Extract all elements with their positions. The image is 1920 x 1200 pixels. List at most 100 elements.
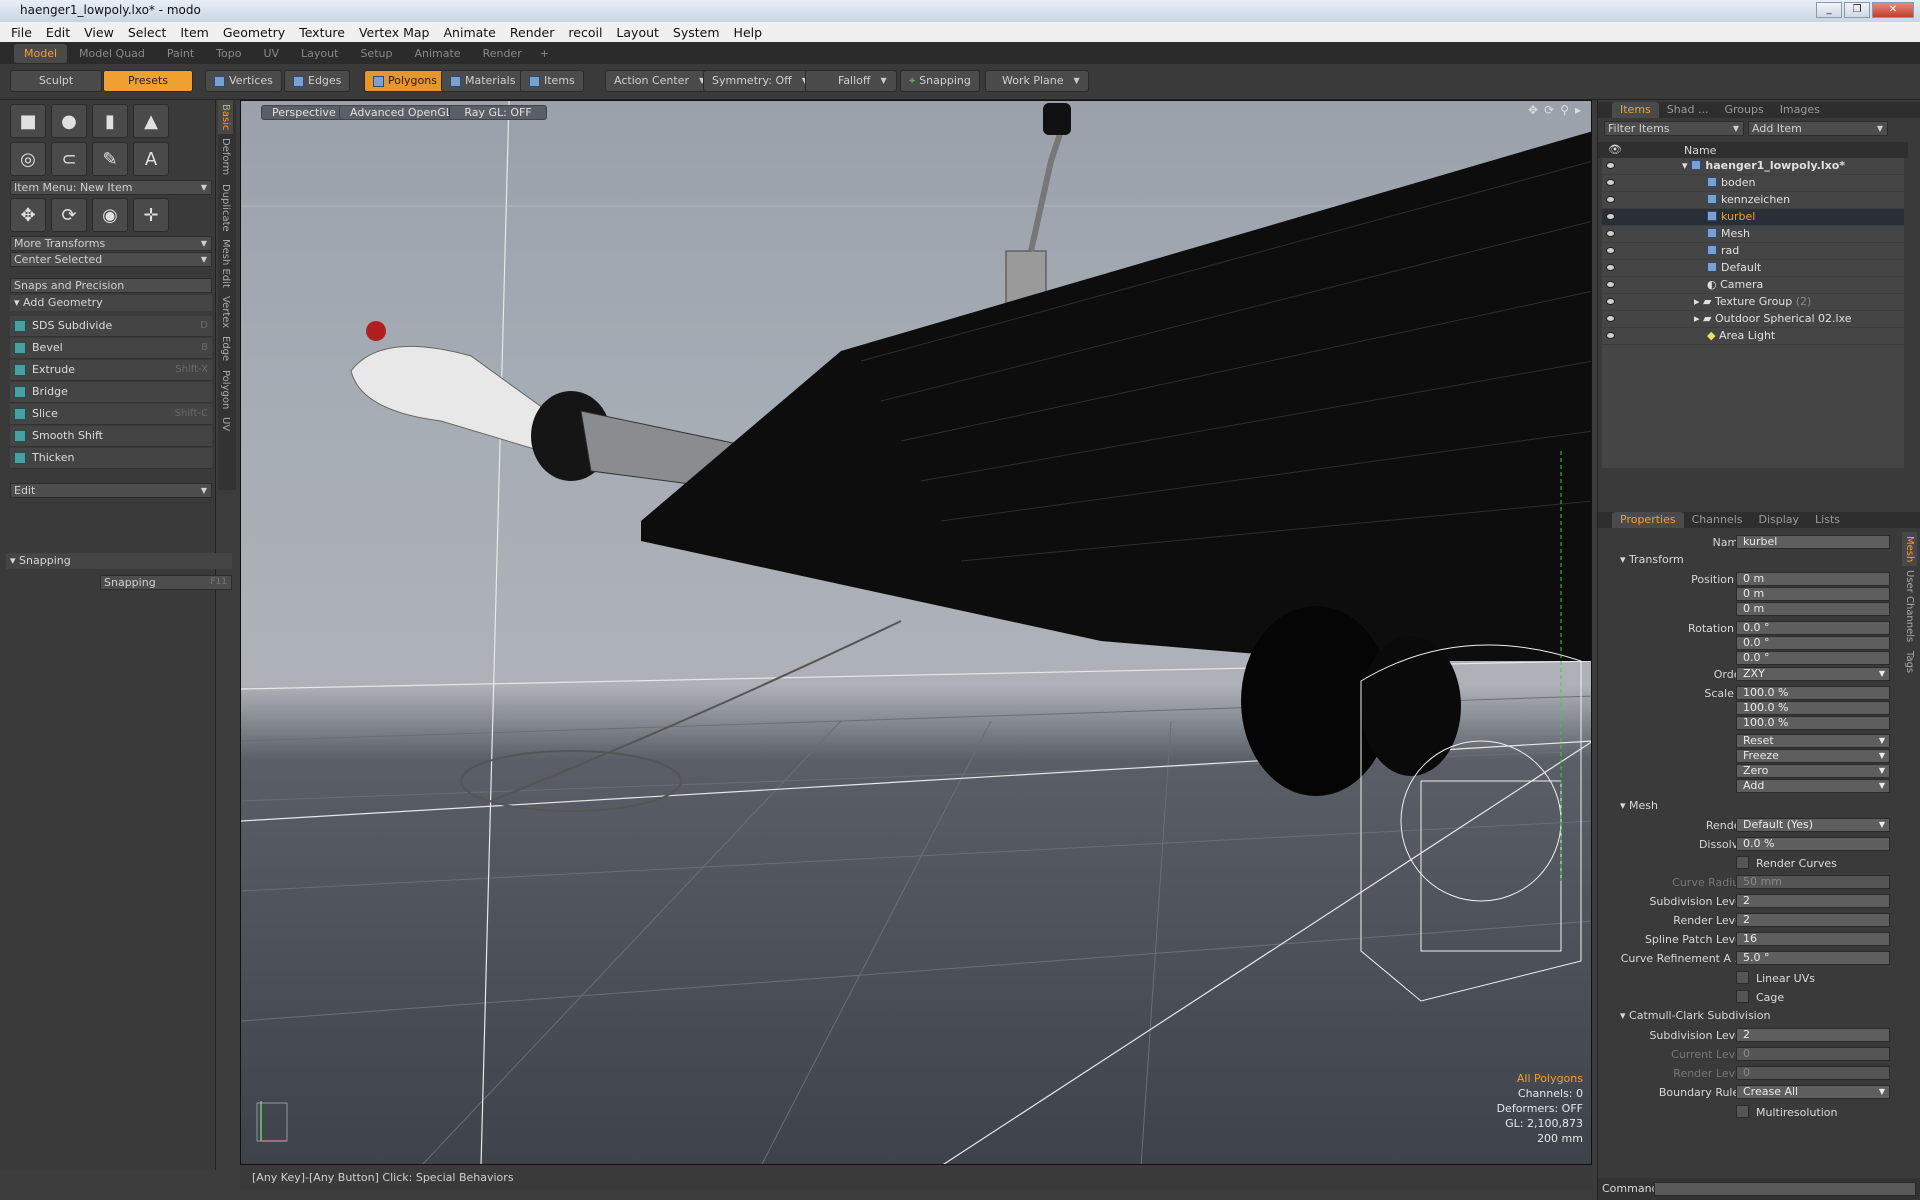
render-curves-checkbox[interactable] [1736, 856, 1749, 869]
zero-dropdown[interactable]: Zero ▼ [1736, 764, 1890, 778]
perspective-button[interactable]: Perspective [261, 105, 347, 120]
expand-arrow-icon[interactable]: ▸ [1694, 312, 1703, 325]
list-item[interactable]: Default [1602, 260, 1904, 277]
scale-x-field[interactable]: 100.0 % [1736, 686, 1890, 700]
menu-edit[interactable]: Edit [39, 25, 77, 40]
capsule-primitive-icon[interactable]: ⊂ [51, 142, 87, 176]
materials-button[interactable]: Materials [441, 70, 525, 92]
rotation-z-field[interactable]: 0.0 ° [1736, 651, 1890, 665]
tab-display[interactable]: Display [1751, 512, 1808, 528]
presets-button[interactable]: Presets [103, 70, 193, 92]
multiresolution-checkbox[interactable] [1736, 1105, 1749, 1118]
tab-lists[interactable]: Lists [1807, 512, 1848, 528]
linear-uvs-checkbox[interactable] [1736, 971, 1749, 984]
tool-sds-subdivide[interactable]: SDS Subdivide D [10, 316, 212, 337]
scale-y-field[interactable]: 100.0 % [1736, 701, 1890, 715]
list-item-selected[interactable]: kurbel [1602, 209, 1904, 226]
vtab-uv[interactable]: UV [218, 413, 233, 435]
vtab-deform[interactable]: Deform [218, 134, 233, 179]
eye-icon[interactable] [1606, 162, 1615, 169]
tab-render[interactable]: Render [473, 44, 532, 63]
eye-icon[interactable] [1606, 264, 1615, 271]
sphere-primitive-icon[interactable]: ● [51, 104, 87, 138]
eye-icon[interactable] [1606, 315, 1615, 322]
more-transforms-dropdown[interactable]: More Transforms ▼ [10, 236, 212, 251]
vtab-basic[interactable]: Basic [218, 100, 233, 135]
add-item-dropdown[interactable]: Add Item ▼ [1748, 121, 1888, 136]
list-item[interactable]: ▸ ▰ Texture Group (2) [1602, 294, 1904, 311]
eye-icon[interactable] [1606, 213, 1615, 220]
rotate-tool-icon[interactable]: ⟳ [51, 198, 87, 232]
list-item[interactable]: boden [1602, 175, 1904, 192]
polygons-button[interactable]: Polygons [364, 70, 446, 92]
position-x-field[interactable]: 0 m [1736, 572, 1890, 586]
text-tool-icon[interactable]: A [133, 142, 169, 176]
tab-animate[interactable]: Animate [404, 44, 470, 63]
falloff-dropdown[interactable]: Falloff ▼ [805, 70, 897, 92]
list-item[interactable]: rad [1602, 243, 1904, 260]
position-z-field[interactable]: 0 m [1736, 602, 1890, 616]
items-button[interactable]: Items [520, 70, 584, 92]
eye-icon[interactable] [1606, 230, 1615, 237]
add-dropdown[interactable]: Add ▼ [1736, 779, 1890, 793]
filter-items-dropdown[interactable]: Filter Items ▼ [1604, 121, 1744, 136]
tab-groups[interactable]: Groups [1716, 102, 1771, 118]
menu-file[interactable]: File [4, 25, 39, 40]
command-input[interactable] [1654, 1182, 1916, 1196]
current-level-field[interactable]: 0 [1736, 1047, 1890, 1061]
vtab-duplicate[interactable]: Duplicate [218, 180, 233, 236]
tab-items[interactable]: Items [1612, 102, 1659, 118]
item-menu-dropdown[interactable]: Item Menu: New Item ▼ [10, 180, 212, 195]
work-plane-dropdown[interactable]: Work Plane ▼ [985, 70, 1089, 92]
cc-subdivision-field[interactable]: 2 [1736, 1028, 1890, 1042]
edges-button[interactable]: Edges [284, 70, 351, 92]
eye-icon[interactable] [1606, 247, 1615, 254]
close-button[interactable]: ✕ [1872, 2, 1914, 18]
render-dropdown[interactable]: Default (Yes) ▼ [1736, 818, 1890, 832]
symmetry-dropdown[interactable]: Symmetry: Off▼ [703, 70, 817, 92]
tab-setup[interactable]: Setup [350, 44, 402, 63]
3d-viewport[interactable]: Perspective Advanced OpenGL Ray GL: OFF … [240, 100, 1592, 1165]
torus-primitive-icon[interactable]: ◎ [10, 142, 46, 176]
sculpt-button[interactable]: Sculpt [10, 70, 102, 92]
menu-texture[interactable]: Texture [292, 25, 352, 40]
expand-arrow-icon[interactable]: ▸ [1694, 295, 1703, 308]
list-item[interactable]: ▾ haenger1_lowpoly.lxo* [1602, 158, 1904, 175]
mesh-group[interactable]: ▾ Mesh [1604, 798, 1914, 814]
eye-icon[interactable] [1606, 298, 1615, 305]
vtab-vertex[interactable]: Vertex [218, 292, 233, 332]
tab-shader[interactable]: Shad ... [1659, 102, 1717, 118]
center-selected-dropdown[interactable]: Center Selected ▼ [10, 252, 212, 267]
raygl-button[interactable]: Ray GL: OFF [449, 105, 547, 120]
cylinder-primitive-icon[interactable]: ▮ [92, 104, 128, 138]
menu-animate[interactable]: Animate [437, 25, 503, 40]
opengl-button[interactable]: Advanced OpenGL [339, 105, 463, 120]
snapping-panel-button[interactable]: Snapping F11 [100, 575, 232, 590]
cage-checkbox[interactable] [1736, 990, 1749, 1003]
zoom-icon[interactable]: ⚲ [1560, 103, 1569, 117]
tab-uv[interactable]: UV [253, 44, 289, 63]
tab-topo[interactable]: Topo [206, 44, 251, 63]
eye-icon[interactable] [1606, 179, 1615, 186]
rotation-x-field[interactable]: 0.0 ° [1736, 621, 1890, 635]
snaps-precision-button[interactable]: Snaps and Precision [10, 278, 212, 293]
vtab-mesh-edit[interactable]: Mesh Edit [218, 235, 233, 292]
vertices-button[interactable]: Vertices [205, 70, 282, 92]
spline-patch-field[interactable]: 16 [1736, 932, 1890, 946]
transform-tool-icon[interactable]: ✛ [133, 198, 169, 232]
tool-bridge[interactable]: Bridge [10, 382, 212, 403]
menu-recoil[interactable]: recoil [561, 25, 609, 40]
scale-z-field[interactable]: 100.0 % [1736, 716, 1890, 730]
menu-vertex-map[interactable]: Vertex Map [352, 25, 437, 40]
menu-geometry[interactable]: Geometry [216, 25, 292, 40]
tab-layout[interactable]: Layout [291, 44, 348, 63]
list-item[interactable]: kennzeichen [1602, 192, 1904, 209]
cube-primitive-icon[interactable]: ■ [10, 104, 46, 138]
edit-dropdown[interactable]: Edit ▼ [10, 483, 212, 498]
tab-model-quad[interactable]: Model Quad [69, 44, 155, 63]
tool-bevel[interactable]: Bevel B [10, 338, 212, 359]
snapping-section[interactable]: ▾ Snapping [6, 553, 232, 569]
orbit-icon[interactable]: ⟳ [1544, 103, 1554, 117]
catmull-clark-group[interactable]: ▾ Catmull-Clark Subdivision [1604, 1008, 1914, 1024]
eye-icon[interactable] [1606, 332, 1615, 339]
